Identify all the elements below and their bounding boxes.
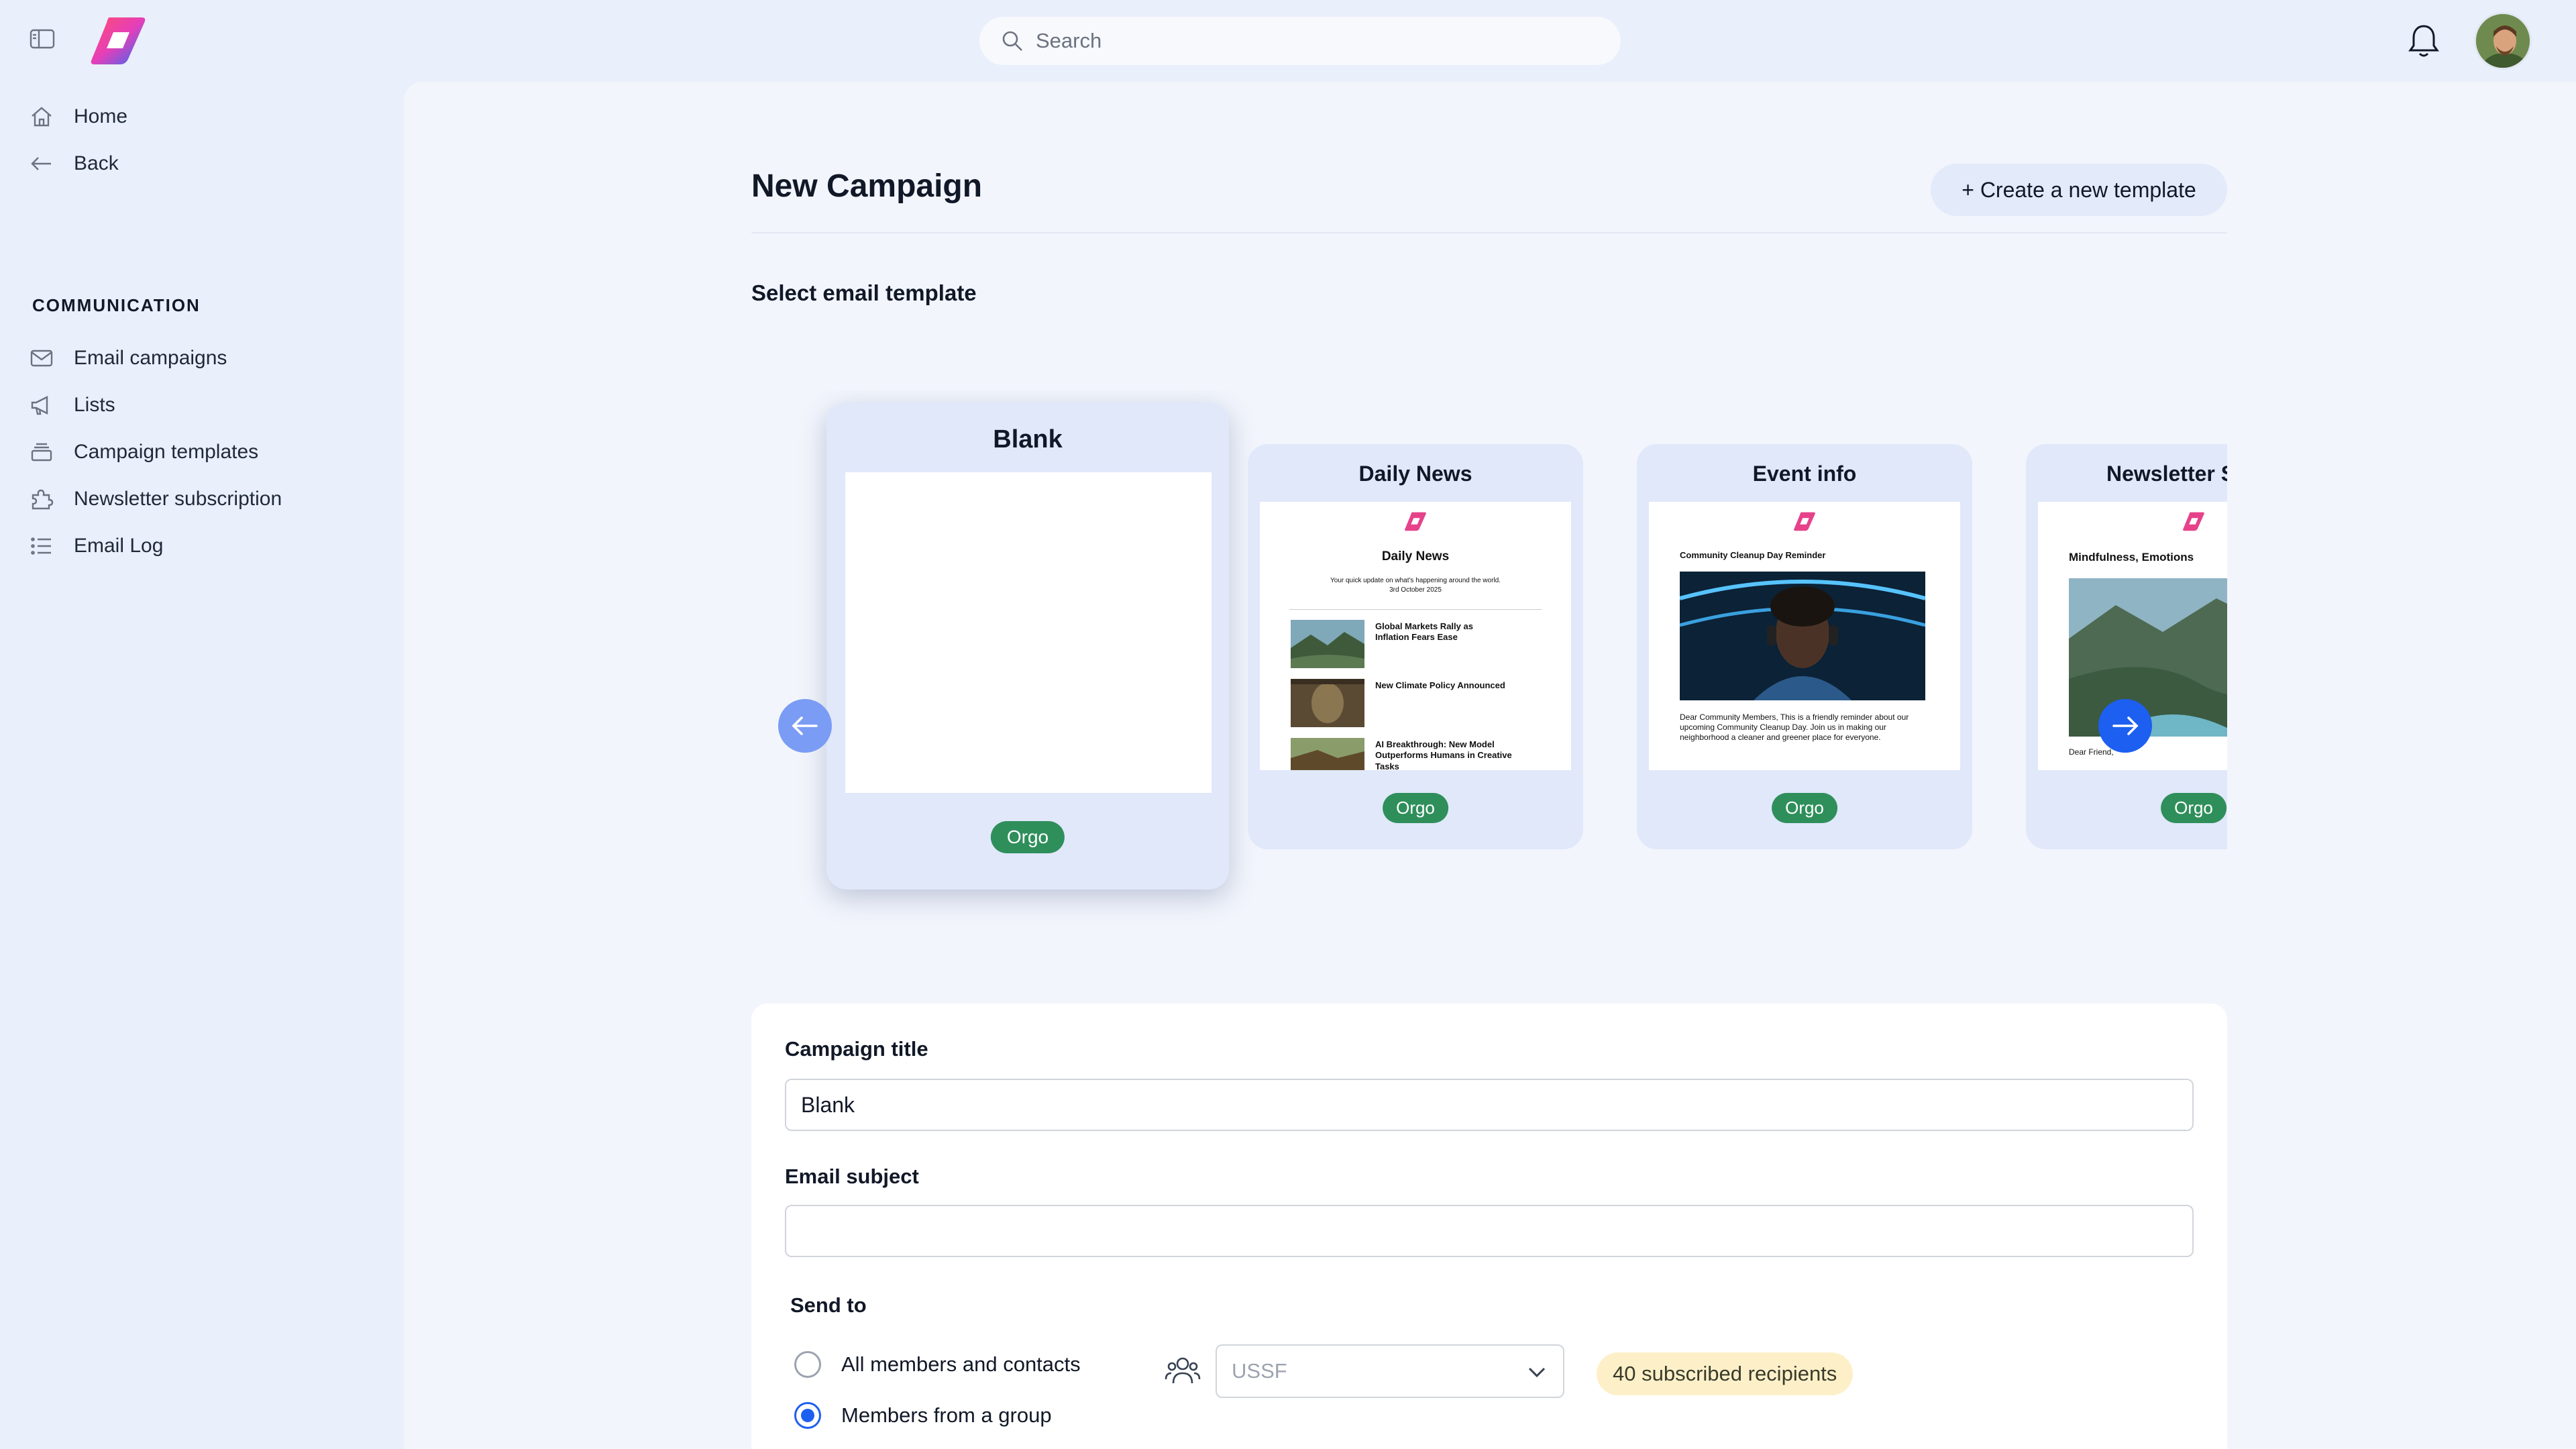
group-select[interactable]: USSF [1216,1344,1564,1398]
radio-all-members[interactable]: All members and contacts [794,1351,1081,1378]
email-subject-input[interactable] [785,1205,2194,1257]
list-icon [31,537,51,555]
preview-article: New Climate Policy Announced [1375,680,1505,690]
preview-article: AI Breakthrough: New Model Outperforms H… [1375,739,1512,770]
sidebar-item-campaign-templates[interactable]: Campaign templates [30,433,258,471]
create-template-button[interactable]: + Create a new template [1931,164,2227,216]
chevron-down-icon [1528,1367,1546,1378]
sidebar-item-email-campaigns[interactable]: Email campaigns [30,339,227,377]
bell-icon[interactable] [2407,23,2440,59]
sidebar-item-home[interactable]: Home [30,98,127,136]
arrow-left-icon [31,157,51,170]
app-logo-icon [1794,512,1815,531]
portrait-photo-icon [1680,572,1925,700]
sidebar-toggle-icon[interactable] [30,28,55,50]
preview-divider [1289,609,1542,610]
sidebar-item-label: Email campaigns [74,347,227,369]
preview-body: Dear Community Members, This is a friend… [1680,712,1909,742]
radio-button[interactable] [794,1351,821,1378]
page-title: New Campaign [751,168,983,204]
search-bar[interactable] [979,17,1621,65]
sidebar-item-label: Email Log [74,535,164,557]
email-subject-label: Email subject [785,1165,919,1188]
users-group-icon [1165,1357,1201,1384]
sidebar-item-label: Back [74,152,119,174]
preview-greeting: Dear Friend, [2069,747,2114,757]
search-icon [1002,31,1022,51]
radio-label: All members and contacts [841,1352,1081,1376]
puzzle-icon [32,489,54,510]
template-carousel: Blank Orgo Daily News Daily News Your qu… [751,390,2227,1008]
landscape-thumbnail-icon [1291,620,1364,668]
mail-icon [30,350,53,367]
campaign-form: Campaign title Email subject Send to All… [751,1004,2227,1449]
search-input[interactable] [1036,29,1572,53]
sidebar-item-email-log[interactable]: Email Log [30,527,163,565]
template-card-title: Newsletter S [2106,462,2227,486]
org-badge: Orgo [1383,793,1448,823]
layers-icon [31,443,52,462]
landscape-thumbnail-icon [1291,738,1364,770]
home-icon [32,107,52,127]
top-bar [0,0,2576,82]
sidebar-item-label: Home [74,105,128,127]
megaphone-icon [31,396,48,415]
radio-label: Members from a group [841,1403,1052,1427]
campaign-title-label: Campaign title [785,1037,928,1061]
org-badge: Orgo [1772,793,1837,823]
sidebar-item-back[interactable]: Back [30,145,119,182]
template-card-title: Event info [1752,462,1857,486]
preview-heading: Community Cleanup Day Reminder [1680,550,1826,560]
campaign-title-input[interactable] [785,1079,2194,1131]
radio-members-from-group[interactable]: Members from a group [794,1402,1052,1429]
template-preview [845,472,1212,793]
sidebar-item-label: Newsletter subscription [74,488,282,510]
main-panel: New Campaign + Create a new template Sel… [404,82,2576,1449]
template-preview: Daily News Your quick update on what's h… [1260,502,1571,770]
arrow-left-icon [792,716,818,735]
template-card-daily-news[interactable]: Daily News Daily News Your quick update … [1248,444,1583,849]
preview-article: Global Markets Rally as Inflation Fears … [1375,621,1473,643]
radio-button[interactable] [794,1402,821,1429]
template-card-event-info[interactable]: Event info Community Cleanup Day Reminde… [1637,444,1972,849]
org-badge: Orgo [990,821,1065,853]
app-logo-icon[interactable] [89,15,147,66]
recipients-badge: 40 subscribed recipients [1597,1352,1854,1395]
preview-date: 3rd October 2025 [1389,586,1442,594]
select-template-label: Select email template [751,280,977,305]
preview-heading: Mindfulness, Emotions [2069,551,2194,564]
sidebar-item-label: Campaign templates [74,441,259,463]
app-logo-icon [2183,512,2204,531]
preview-intro: Your quick update on what's happening ar… [1330,577,1501,584]
user-photo-icon [2476,14,2530,68]
template-card-newsletter[interactable]: Newsletter S Mindfulness, Emotions Dear … [2026,444,2227,849]
org-badge: Orgo [2161,793,2226,823]
carousel-prev-button[interactable] [778,699,832,753]
carousel-next-button[interactable] [2098,699,2152,753]
sidebar-item-newsletter-subscription[interactable]: Newsletter subscription [30,480,282,518]
sidebar-item-lists[interactable]: Lists [30,386,115,424]
template-preview: Community Cleanup Day Reminder Dear Comm… [1649,502,1960,770]
template-card-title: Daily News [1358,462,1472,486]
title-divider [751,232,2227,233]
preview-heading: Daily News [1381,549,1450,564]
group-select-value: USSF [1232,1359,1287,1383]
send-to-label: Send to [790,1293,867,1317]
money-thumbnail-icon [1291,679,1364,727]
app-logo-icon [1405,512,1426,531]
arrow-right-icon [2112,716,2139,735]
template-card-blank[interactable]: Blank Orgo [826,402,1229,890]
section-label-communication: COMMUNICATION [32,295,201,315]
sidebar-item-label: Lists [74,394,115,416]
avatar[interactable] [2474,12,2532,70]
sidebar: Home Back COMMUNICATION Email campaigns … [0,82,404,1449]
template-card-title: Blank [993,425,1063,453]
